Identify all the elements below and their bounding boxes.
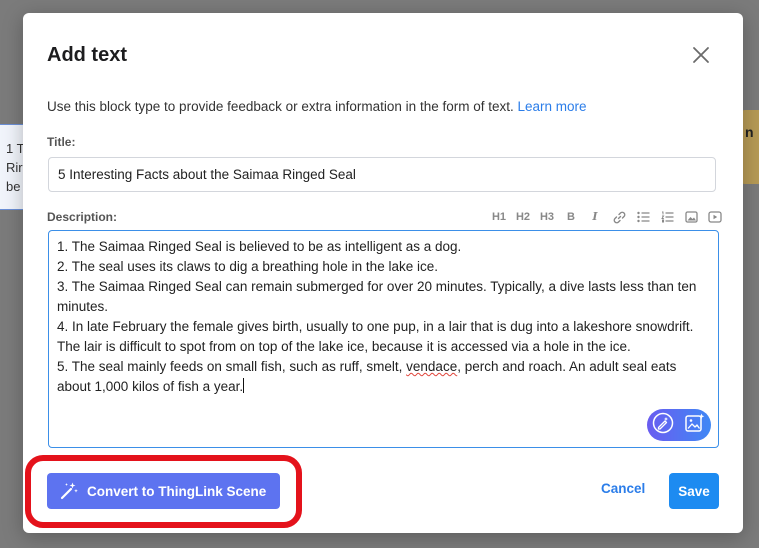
close-button[interactable]: [691, 45, 711, 65]
title-label: Title:: [47, 135, 76, 149]
description-text: 5. The seal mainly feeds on small fish, …: [57, 359, 407, 374]
italic-label: I: [592, 210, 598, 223]
magic-wand-icon: [60, 482, 78, 500]
magic-image-icon: [685, 413, 705, 432]
text-caret: [243, 378, 245, 393]
description-line: 3. The Saimaa Ringed Seal can remain sub…: [57, 279, 697, 314]
convert-button-label: Convert to ThingLink Scene: [87, 483, 267, 499]
background-text: n: [745, 124, 754, 140]
description-line: 4. In late February the female gives bir…: [57, 319, 694, 354]
save-button[interactable]: Save: [669, 473, 719, 509]
heading-2-button[interactable]: H2: [511, 209, 535, 225]
editor-toolbar: H1 H2 H3 B I: [487, 209, 727, 225]
bullet-list-icon: [636, 211, 649, 223]
heading-1-button[interactable]: H1: [487, 209, 511, 225]
description-label: Description:: [47, 210, 118, 224]
intro-description: Use this block type to provide feedback …: [47, 99, 514, 114]
link-icon: [613, 211, 625, 223]
add-text-dialog: Add text Use this block type to provide …: [23, 13, 743, 533]
image-icon: [684, 211, 698, 223]
link-button[interactable]: [607, 209, 631, 225]
description-line: 5. The seal mainly feeds on small fish, …: [57, 357, 710, 397]
intro-text: Use this block type to provide feedback …: [47, 99, 587, 114]
bold-button[interactable]: B: [559, 209, 583, 225]
learn-more-link[interactable]: Learn more: [518, 99, 587, 114]
cancel-button[interactable]: Cancel: [601, 481, 645, 496]
close-icon: [693, 47, 709, 63]
video-icon: [708, 211, 722, 223]
description-editor[interactable]: 1. The Saimaa Ringed Seal is believed to…: [48, 230, 719, 448]
title-input[interactable]: 5 Interesting Facts about the Saimaa Rin…: [48, 157, 716, 192]
bullet-list-button[interactable]: [631, 209, 655, 225]
numbered-list-icon: [660, 211, 673, 223]
description-line: 2. The seal uses its claws to dig a brea…: [57, 259, 438, 274]
heading-3-button[interactable]: H3: [535, 209, 559, 225]
magic-pen-icon: [652, 412, 674, 433]
ai-image-button[interactable]: [684, 412, 706, 439]
convert-to-scene-button[interactable]: Convert to ThingLink Scene: [47, 473, 280, 509]
image-button[interactable]: [679, 209, 703, 225]
description-line: 1. The Saimaa Ringed Seal is believed to…: [57, 239, 462, 254]
dialog-title: Add text: [47, 44, 127, 66]
misspelled-word: vendace: [406, 359, 458, 374]
video-button[interactable]: [703, 209, 727, 225]
ai-write-button[interactable]: [652, 412, 674, 439]
ai-tools-pill: [647, 409, 711, 441]
italic-button[interactable]: I: [583, 209, 607, 225]
numbered-list-button[interactable]: [655, 209, 679, 225]
